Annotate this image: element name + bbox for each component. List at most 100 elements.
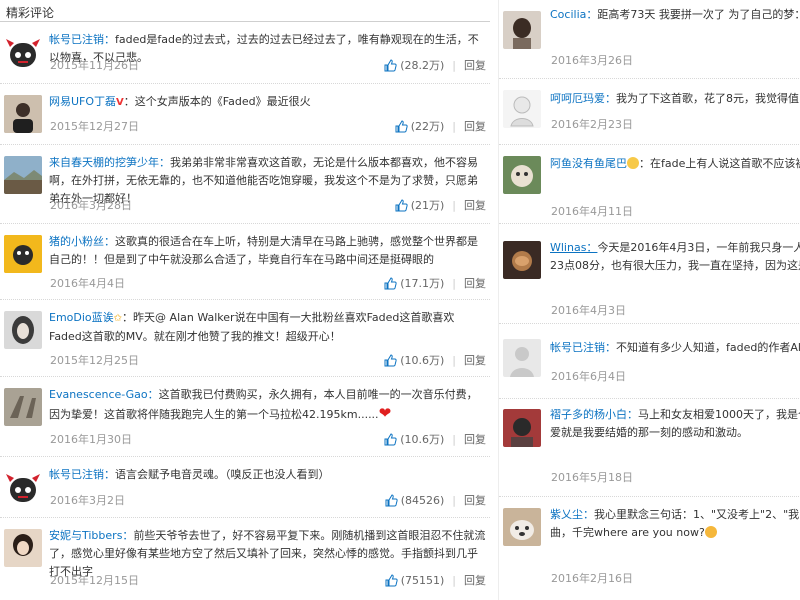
like-count[interactable]: (10.6万) xyxy=(400,431,444,447)
action-divider: | xyxy=(452,119,456,133)
thumbs-up-icon[interactable] xyxy=(384,432,397,446)
thumbs-up-icon[interactable] xyxy=(385,493,398,507)
thumbs-up-icon[interactable] xyxy=(384,353,397,367)
avatar[interactable] xyxy=(503,409,541,447)
avatar[interactable] xyxy=(503,508,541,546)
comment-actions: (10.6万) | 回复 xyxy=(384,431,486,447)
avatar[interactable] xyxy=(4,529,42,567)
comment-username[interactable]: 帐号已注销： xyxy=(550,341,616,354)
comment-body: 帐号已注销：不知道有多少人知道，faded的作者Alan Walker xyxy=(550,339,800,357)
comment-body: Evanescence-Gao：这首歌我已付费购买，永久拥有，本人目前唯一的一次… xyxy=(49,386,486,424)
comment-text: 不知道有多少人知道，faded的作者Alan Walker xyxy=(616,341,800,354)
avatar[interactable] xyxy=(4,235,42,273)
comment-username[interactable]: 来自春天棚的挖笋少年： xyxy=(49,156,170,169)
comment-username[interactable]: Wlinas： xyxy=(550,241,597,254)
like-count[interactable]: (28.2万) xyxy=(400,57,444,73)
comment-item: 来自春天棚的挖笋少年：我弟弟非常非常喜欢这首歌，无论是什么版本都喜欢，他不容易啊… xyxy=(0,145,490,224)
comment-actions: (84526) | 回复 xyxy=(385,492,486,508)
comment-item: Evanescence-Gao：这首歌我已付费购买，永久拥有，本人目前唯一的一次… xyxy=(0,377,490,457)
comment-item: EmoDio蓝诶✩：昨天@ Alan Walker说在中国有一大批粉丝喜欢Fad… xyxy=(0,300,490,377)
comment-username[interactable]: 阿鱼没有鱼尾巴 xyxy=(550,157,627,170)
avatar[interactable] xyxy=(503,90,541,128)
comment-username[interactable]: EmoDio蓝诶 xyxy=(49,311,114,324)
reply-link[interactable]: 回复 xyxy=(464,492,486,508)
comment-username[interactable]: 呵呵厄玛爱： xyxy=(550,92,616,105)
avatar[interactable] xyxy=(4,95,42,133)
thumbs-up-icon[interactable] xyxy=(395,119,408,133)
thumbs-up-icon[interactable] xyxy=(384,276,397,290)
comment-item: 猪的小粉丝：这歌真的很适合在车上听，特别是大清早在马路上驰骋，感觉整个世界都是自… xyxy=(0,224,490,300)
comment-date: 2016年4月3日 xyxy=(551,304,626,317)
comment-username[interactable]: 紫乂尘： xyxy=(550,508,594,521)
avatar[interactable] xyxy=(4,468,42,506)
avatar[interactable] xyxy=(503,339,541,377)
action-divider: | xyxy=(452,276,456,290)
comment-date: 2016年3月2日 xyxy=(50,494,125,507)
comment-username[interactable]: 帐号已注销： xyxy=(49,468,115,481)
comment-actions: (28.2万) | 回复 xyxy=(384,57,486,73)
reply-link[interactable]: 回复 xyxy=(464,572,486,588)
action-divider: | xyxy=(452,432,456,446)
like-count[interactable]: (84526) xyxy=(401,494,445,507)
comment-date: 2016年3月26日 xyxy=(551,54,633,67)
comment-body: 猪的小粉丝：这歌真的很适合在车上听，特别是大清早在马路上驰骋，感觉整个世界都是自… xyxy=(49,233,486,269)
comment-date: 2016年2月16日 xyxy=(551,572,633,585)
comment-username[interactable]: 褶子多的杨小白： xyxy=(550,408,638,421)
comment-date: 2016年2月23日 xyxy=(551,118,633,131)
comment-body: 网易UFO丁磊V：这个女声版本的《Faded》最近很火 xyxy=(49,93,486,112)
comment-username[interactable]: 网易UFO丁磊 xyxy=(49,95,116,108)
comment-item: 网易UFO丁磊V：这个女声版本的《Faded》最近很火 2015年12月27日 … xyxy=(0,84,490,145)
comment-body: Wlinas：今天是2016年4月3日，一年前我只身一人来到北京，还在为自己的梦… xyxy=(550,239,800,275)
comment-text: ：这个女声版本的《Faded》最近很火 xyxy=(123,95,311,108)
action-divider: | xyxy=(452,493,456,507)
comment-actions: (21万) | 回复 xyxy=(395,197,486,213)
comment-actions: (17.1万) | 回复 xyxy=(384,275,486,291)
comment-text: 语言会赋予电音灵魂。（嗅反正也没人看到） xyxy=(115,468,330,481)
thumbs-up-icon[interactable] xyxy=(384,58,397,72)
like-count[interactable]: (10.6万) xyxy=(400,352,444,368)
comment-body: 紫乂尘：我心里默念三句话：1、"又没考上"2、"我的大哥今年这个时代一穷二白的年… xyxy=(550,506,800,542)
like-count[interactable]: (17.1万) xyxy=(400,275,444,291)
like-count[interactable]: (75151) xyxy=(401,574,445,587)
comment-username[interactable]: Evanescence-Gao： xyxy=(49,388,159,401)
avatar[interactable] xyxy=(4,156,42,194)
avatar[interactable] xyxy=(4,33,42,71)
action-divider: | xyxy=(452,58,456,72)
comment-date: 2016年3月28日 xyxy=(50,199,132,212)
comment-item: 紫乂尘：我心里默念三句话：1、"又没考上"2、"我的大哥今年这个时代一穷二白的年… xyxy=(499,497,800,600)
comment-item: 帐号已注销：不知道有多少人知道，faded的作者Alan Walker 2016… xyxy=(499,324,800,399)
like-count[interactable]: (22万) xyxy=(411,118,445,134)
reply-link[interactable]: 回复 xyxy=(464,197,486,213)
avatar[interactable] xyxy=(4,311,42,349)
like-count[interactable]: (21万) xyxy=(411,197,445,213)
reply-link[interactable]: 回复 xyxy=(464,118,486,134)
avatar[interactable] xyxy=(4,388,42,426)
avatar[interactable] xyxy=(503,241,541,279)
avatar[interactable] xyxy=(503,11,541,49)
comment-body: EmoDio蓝诶✩：昨天@ Alan Walker说在中国有一大批粉丝喜欢Fad… xyxy=(49,309,486,346)
avatar[interactable] xyxy=(503,156,541,194)
reply-link[interactable]: 回复 xyxy=(464,275,486,291)
comment-text: 我为了下这首歌，花了8元，我觉得值 xyxy=(616,92,799,105)
comment-text: 距高考73天 我要拼一次了 为了自己的梦：为了父母faded. xyxy=(597,8,800,21)
comment-username[interactable]: 猪的小粉丝： xyxy=(49,235,115,248)
comment-item: 安妮与Tibbers：前些天爷爷去世了，好不容易平复下来。刚随机播到这首眼泪忍不… xyxy=(0,518,490,600)
reply-link[interactable]: 回复 xyxy=(464,431,486,447)
thumbs-up-icon[interactable] xyxy=(395,198,408,212)
comment-body: Cocilia：距高考73天 我要拼一次了 为了自己的梦：为了父母faded. xyxy=(550,6,800,24)
reply-link[interactable]: 回复 xyxy=(464,57,486,73)
action-divider: | xyxy=(452,198,456,212)
reply-link[interactable]: 回复 xyxy=(464,352,486,368)
comment-item: Cocilia：距高考73天 我要拼一次了 为了自己的梦：为了父母faded. … xyxy=(499,0,800,79)
heart-icon: ❤ xyxy=(378,404,392,422)
comment-username[interactable]: 帐号已注销： xyxy=(49,33,115,46)
comment-actions: (75151) | 回复 xyxy=(385,572,486,588)
comment-date: 2015年12月27日 xyxy=(50,120,139,133)
comment-body: 呵呵厄玛爱：我为了下这首歌，花了8元，我觉得值 xyxy=(550,90,800,108)
comment-username[interactable]: Cocilia： xyxy=(550,8,597,21)
comment-actions: (22万) | 回复 xyxy=(395,118,486,134)
emoji-icon xyxy=(627,157,639,169)
thumbs-up-icon[interactable] xyxy=(385,573,398,587)
comment-username[interactable]: 安妮与Tibbers： xyxy=(49,529,133,542)
section-title: 精彩评论 xyxy=(6,6,55,20)
